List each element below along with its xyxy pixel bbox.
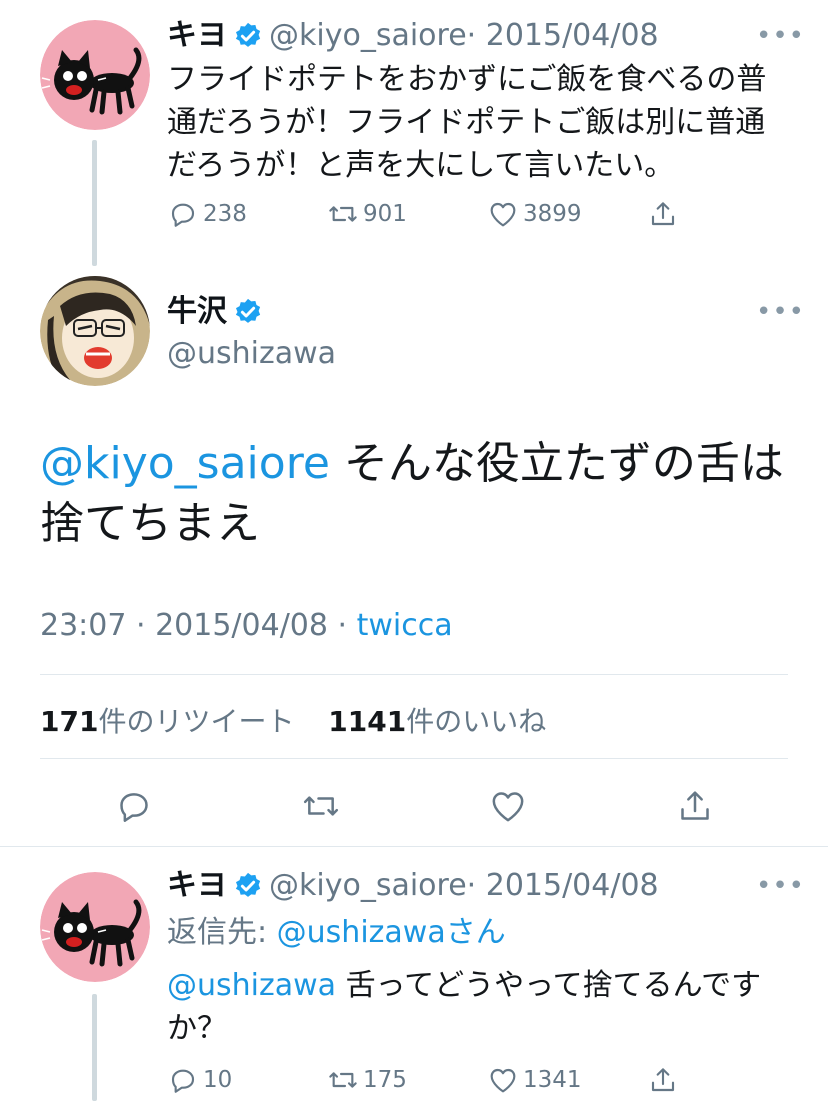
reply-button[interactable]: 10 — [167, 1064, 327, 1096]
section-divider — [0, 846, 828, 847]
verified-icon — [233, 21, 263, 51]
tweet3-text-line: か？ — [167, 1011, 227, 1046]
retweet-icon — [329, 206, 357, 222]
like-button[interactable] — [488, 786, 675, 826]
share-button[interactable] — [647, 198, 679, 230]
source-link[interactable]: twicca — [357, 608, 453, 643]
reply-to-line: 返信先: @ushizawaさん — [167, 911, 506, 954]
retweet-count: 175 — [363, 1067, 407, 1093]
tweet1-text-line: フライドポテトをおかずにご飯を食べるの普 — [167, 62, 767, 97]
mention-link[interactable]: @ushizawa — [167, 968, 336, 1003]
black-cat-avatar-image — [40, 872, 150, 982]
reply-count: 10 — [203, 1067, 233, 1093]
more-icon[interactable]: ••• — [756, 23, 805, 49]
tweet3-date[interactable]: · 2015/04/08 — [467, 866, 659, 906]
reply-to-link[interactable]: @ushizawaさん — [277, 915, 506, 950]
main-tweet-text: @kiyo_saiore そんな役立たずの舌は 捨てちまえ — [40, 434, 800, 554]
share-icon — [651, 202, 675, 226]
main-text-part: そんな役立たずの舌は — [329, 438, 784, 489]
verified-icon — [233, 297, 263, 327]
reply-icon — [171, 1069, 195, 1093]
tweet3-text-part: 舌ってどうやって捨てるんです — [336, 968, 762, 1003]
share-icon — [651, 1068, 675, 1092]
main-timestamp: 23:07 · 2015/04/08 · twicca — [40, 608, 453, 643]
mention-link[interactable]: @kiyo_saiore — [40, 438, 330, 489]
retweet-icon — [303, 796, 339, 816]
tweet1-display-name[interactable]: キヨ — [167, 16, 227, 56]
tweet1-text: フライドポテトをおかずにご飯を食べるの普 通だろうが！フライドポテトご飯は別に普… — [167, 58, 807, 187]
tweet3-display-name[interactable]: キヨ — [167, 866, 227, 906]
share-icon — [681, 791, 709, 820]
black-cat-avatar-image — [40, 20, 150, 130]
reply-button[interactable] — [114, 786, 301, 826]
engagement-stats: 171件のリツイート 1141件のいいね — [40, 700, 546, 740]
main-tweet-header: 牛沢 — [167, 292, 269, 332]
retweet-button[interactable] — [301, 786, 488, 826]
avatar-ushizawa[interactable] — [40, 276, 150, 386]
like-total[interactable]: 1141 — [328, 705, 406, 738]
share-button[interactable] — [675, 786, 715, 826]
like-total-label[interactable]: 件のいいね — [406, 705, 546, 738]
tweet3-header: キヨ @kiyo_saiore · 2015/04/08 — [167, 866, 659, 906]
like-icon — [490, 1068, 516, 1093]
tweet1-handle[interactable]: @kiyo_saiore — [269, 16, 467, 56]
ushizawa-avatar-image — [40, 276, 150, 386]
retweet-button[interactable]: 175 — [327, 1064, 487, 1096]
like-icon — [492, 792, 524, 822]
like-button[interactable]: 3899 — [487, 198, 647, 230]
retweet-button[interactable]: 901 — [327, 198, 487, 230]
tweet3-actions: 10 175 1341 — [167, 1064, 679, 1096]
tweet1-date[interactable]: · 2015/04/08 — [467, 16, 659, 56]
retweet-total-label[interactable]: 件のリツイート — [98, 705, 294, 738]
tweet1-text-line: だろうが！と声を大にして言いたい。 — [167, 148, 675, 183]
avatar-kiyo[interactable] — [40, 20, 150, 130]
divider — [40, 674, 788, 675]
verified-icon — [233, 871, 263, 901]
reply-icon — [120, 793, 148, 822]
retweet-count: 901 — [363, 201, 407, 227]
retweet-icon — [329, 1072, 357, 1088]
thread-line — [92, 994, 97, 1101]
tweet1-actions: 238 901 3899 — [167, 198, 679, 230]
like-icon — [490, 202, 516, 227]
avatar-kiyo[interactable] — [40, 872, 150, 982]
reply-icon — [171, 203, 195, 227]
timestamp-text[interactable]: 23:07 · 2015/04/08 · — [40, 608, 357, 643]
share-button[interactable] — [647, 1064, 679, 1096]
divider — [40, 758, 788, 759]
like-button[interactable]: 1341 — [487, 1064, 647, 1096]
more-icon[interactable]: ••• — [756, 873, 805, 899]
thread-line — [92, 140, 97, 266]
reply-count: 238 — [203, 201, 247, 227]
more-icon[interactable]: ••• — [756, 299, 805, 325]
like-count: 3899 — [523, 201, 582, 227]
tweet3-text: @ushizawa 舌ってどうやって捨てるんです か？ — [167, 964, 807, 1050]
reply-to-label: 返信先: — [167, 915, 277, 950]
tweet1-text-line: 通だろうが！フライドポテトご飯は別に普通 — [167, 105, 766, 140]
retweet-total[interactable]: 171 — [40, 705, 98, 738]
main-actions — [114, 786, 715, 826]
like-count: 1341 — [523, 1067, 582, 1093]
main-text-line: 捨てちまえ — [40, 498, 260, 549]
tweet3-handle[interactable]: @kiyo_saiore — [269, 866, 467, 906]
reply-button[interactable]: 238 — [167, 198, 327, 230]
main-handle[interactable]: @ushizawa — [167, 334, 336, 374]
main-display-name[interactable]: 牛沢 — [167, 292, 227, 332]
tweet1-header: キヨ @kiyo_saiore · 2015/04/08 — [167, 16, 659, 56]
